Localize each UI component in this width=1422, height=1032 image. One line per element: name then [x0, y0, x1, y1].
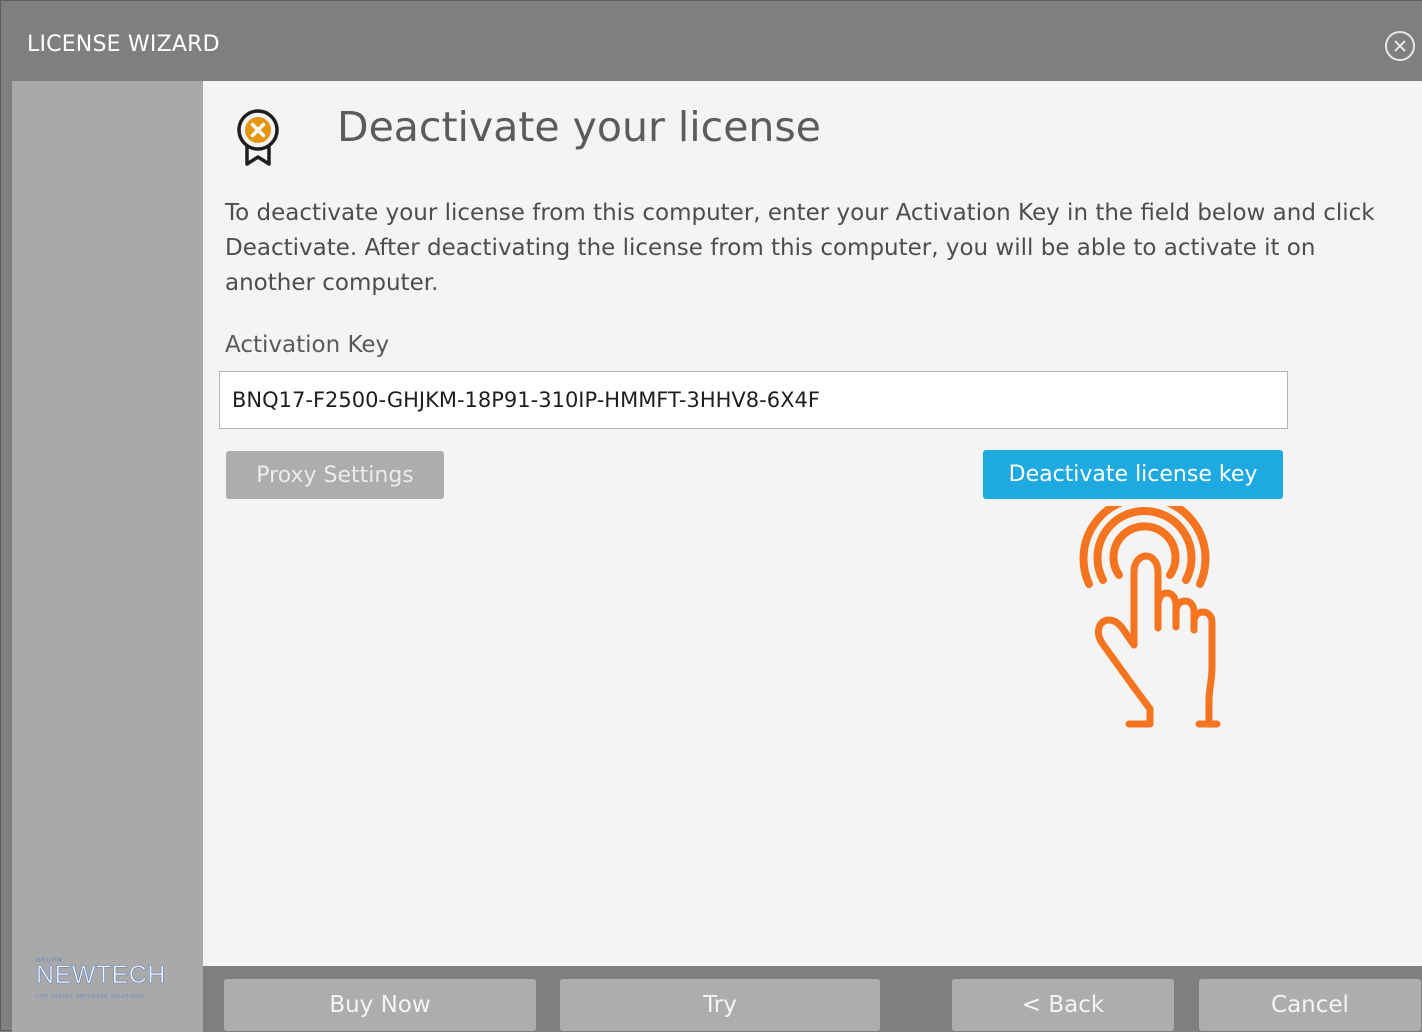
back-button[interactable]: < Back [952, 979, 1174, 1031]
deactivate-license-key-button[interactable]: Deactivate license key [983, 450, 1283, 499]
window-title: LICENSE WIZARD [27, 32, 220, 57]
sidebar: BRUHN NEWTECH LIFE SAVING SOFTWARE SOLUT… [12, 81, 203, 1032]
page-title: Deactivate your license [337, 103, 821, 151]
proxy-settings-button[interactable]: Proxy Settings [226, 451, 444, 499]
license-wizard-window: LICENSE WIZARD BRUHN NEWTECH LIFE SAVING… [0, 0, 1422, 1032]
try-button[interactable]: Try [560, 979, 880, 1031]
close-button[interactable] [1383, 29, 1417, 63]
license-ribbon-x-icon [237, 109, 279, 166]
activation-key-label: Activation Key [225, 332, 390, 358]
logo-brand: NEWTECH [36, 961, 166, 990]
main-content: Deactivate your license To deactivate yo… [203, 81, 1422, 966]
cancel-button[interactable]: Cancel [1199, 979, 1421, 1031]
footer-bar: Buy Now Try < Back Cancel [203, 966, 1422, 1032]
title-bar: LICENSE WIZARD [1, 1, 1422, 81]
activation-key-input[interactable] [219, 371, 1288, 429]
buy-now-button[interactable]: Buy Now [224, 979, 536, 1031]
close-circle-icon [1385, 31, 1415, 61]
logo-tagline: LIFE SAVING SOFTWARE SOLUTIONS [36, 994, 145, 1000]
instructions-text: To deactivate your license from this com… [225, 200, 1375, 296]
newtech-logo: BRUHN NEWTECH LIFE SAVING SOFTWARE SOLUT… [22, 957, 194, 1007]
tap-hand-icon [1079, 506, 1221, 728]
